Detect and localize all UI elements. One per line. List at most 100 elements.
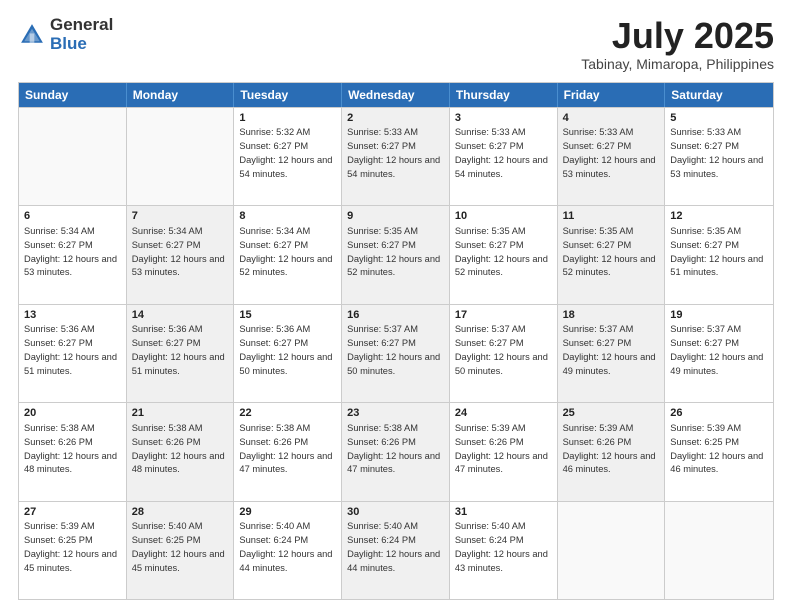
day-number: 19 <box>670 308 768 323</box>
cell-info: Sunrise: 5:36 AM Sunset: 6:27 PM Dayligh… <box>24 324 117 375</box>
subtitle: Tabinay, Mimaropa, Philippines <box>581 56 774 72</box>
day-number: 11 <box>563 209 660 224</box>
calendar-week-2: 6 Sunrise: 5:34 AM Sunset: 6:27 PM Daylig… <box>19 205 773 303</box>
day-number: 3 <box>455 111 552 126</box>
cell-info: Sunrise: 5:40 AM Sunset: 6:24 PM Dayligh… <box>347 521 440 572</box>
cal-cell-31: 31Sunrise: 5:40 AM Sunset: 6:24 PM Dayli… <box>450 502 558 599</box>
cell-info: Sunrise: 5:37 AM Sunset: 6:27 PM Dayligh… <box>455 324 548 375</box>
day-number: 8 <box>239 209 336 224</box>
header-day-tuesday: Tuesday <box>234 83 342 107</box>
header-day-saturday: Saturday <box>665 83 773 107</box>
cell-info: Sunrise: 5:36 AM Sunset: 6:27 PM Dayligh… <box>239 324 332 375</box>
cal-cell-21: 21Sunrise: 5:38 AM Sunset: 6:26 PM Dayli… <box>127 403 235 500</box>
cal-cell-28: 28Sunrise: 5:40 AM Sunset: 6:25 PM Dayli… <box>127 502 235 599</box>
cal-cell-19: 19Sunrise: 5:37 AM Sunset: 6:27 PM Dayli… <box>665 305 773 402</box>
calendar-header-row: SundayMondayTuesdayWednesdayThursdayFrid… <box>19 83 773 107</box>
header-day-thursday: Thursday <box>450 83 558 107</box>
cell-info: Sunrise: 5:40 AM Sunset: 6:24 PM Dayligh… <box>455 521 548 572</box>
logo-general: General <box>50 16 113 35</box>
cal-cell-25: 25Sunrise: 5:39 AM Sunset: 6:26 PM Dayli… <box>558 403 666 500</box>
cal-cell-22: 22Sunrise: 5:38 AM Sunset: 6:26 PM Dayli… <box>234 403 342 500</box>
cal-cell-30: 30Sunrise: 5:40 AM Sunset: 6:24 PM Dayli… <box>342 502 450 599</box>
header-day-monday: Monday <box>127 83 235 107</box>
cal-cell-13: 13Sunrise: 5:36 AM Sunset: 6:27 PM Dayli… <box>19 305 127 402</box>
cal-cell-26: 26Sunrise: 5:39 AM Sunset: 6:25 PM Dayli… <box>665 403 773 500</box>
day-number: 29 <box>239 505 336 520</box>
logo-text: General Blue <box>50 16 113 53</box>
day-number: 2 <box>347 111 444 126</box>
day-number: 1 <box>239 111 336 126</box>
day-number: 24 <box>455 406 552 421</box>
cell-info: Sunrise: 5:39 AM Sunset: 6:26 PM Dayligh… <box>455 423 548 474</box>
day-number: 16 <box>347 308 444 323</box>
cal-cell-20: 20Sunrise: 5:38 AM Sunset: 6:26 PM Dayli… <box>19 403 127 500</box>
cal-cell-8: 8 Sunrise: 5:34 AM Sunset: 6:27 PM Daylig… <box>234 206 342 303</box>
header: General Blue July 2025 Tabinay, Mimaropa… <box>18 16 774 72</box>
cell-info: Sunrise: 5:37 AM Sunset: 6:27 PM Dayligh… <box>670 324 763 375</box>
day-number: 23 <box>347 406 444 421</box>
day-number: 13 <box>24 308 121 323</box>
day-number: 31 <box>455 505 552 520</box>
calendar-week-1: 1Sunrise: 5:32 AM Sunset: 6:27 PM Daylig… <box>19 107 773 205</box>
cal-cell-empty-4-6 <box>665 502 773 599</box>
cal-cell-16: 16Sunrise: 5:37 AM Sunset: 6:27 PM Dayli… <box>342 305 450 402</box>
cell-info: Sunrise: 5:34 AM Sunset: 6:27 PM Dayligh… <box>132 226 225 277</box>
day-number: 30 <box>347 505 444 520</box>
cell-info: Sunrise: 5:34 AM Sunset: 6:27 PM Dayligh… <box>24 226 117 277</box>
cal-cell-2: 2Sunrise: 5:33 AM Sunset: 6:27 PM Daylig… <box>342 108 450 205</box>
header-day-wednesday: Wednesday <box>342 83 450 107</box>
cell-info: Sunrise: 5:35 AM Sunset: 6:27 PM Dayligh… <box>347 226 440 277</box>
cal-cell-7: 7 Sunrise: 5:34 AM Sunset: 6:27 PM Daylig… <box>127 206 235 303</box>
cell-info: Sunrise: 5:39 AM Sunset: 6:26 PM Dayligh… <box>563 423 656 474</box>
cal-cell-18: 18Sunrise: 5:37 AM Sunset: 6:27 PM Dayli… <box>558 305 666 402</box>
cell-info: Sunrise: 5:33 AM Sunset: 6:27 PM Dayligh… <box>455 127 548 178</box>
cell-info: Sunrise: 5:33 AM Sunset: 6:27 PM Dayligh… <box>563 127 656 178</box>
cal-cell-5: 5Sunrise: 5:33 AM Sunset: 6:27 PM Daylig… <box>665 108 773 205</box>
day-number: 18 <box>563 308 660 323</box>
calendar-week-4: 20 Sunrise: 5:38 AM Sunset: 6:26 PM Dayli… <box>19 402 773 500</box>
calendar: SundayMondayTuesdayWednesdayThursdayFrid… <box>18 82 774 600</box>
cell-info: Sunrise: 5:39 AM Sunset: 6:25 PM Dayligh… <box>24 521 117 572</box>
cal-cell-11: 11 Sunrise: 5:35 AM Sunset: 6:27 PM Dayli… <box>558 206 666 303</box>
cell-info: Sunrise: 5:33 AM Sunset: 6:27 PM Dayligh… <box>670 127 763 178</box>
cell-info: Sunrise: 5:40 AM Sunset: 6:25 PM Dayligh… <box>132 521 225 572</box>
logo: General Blue <box>18 16 113 53</box>
cal-cell-10: 10Sunrise: 5:35 AM Sunset: 6:27 PM Dayli… <box>450 206 558 303</box>
cal-cell-6: 6 Sunrise: 5:34 AM Sunset: 6:27 PM Daylig… <box>19 206 127 303</box>
cell-info: Sunrise: 5:38 AM Sunset: 6:26 PM Dayligh… <box>132 423 225 474</box>
day-number: 9 <box>347 209 444 224</box>
day-number: 22 <box>239 406 336 421</box>
cell-info: Sunrise: 5:35 AM Sunset: 6:27 PM Dayligh… <box>670 226 763 277</box>
header-day-sunday: Sunday <box>19 83 127 107</box>
cal-cell-empty-4-5 <box>558 502 666 599</box>
cal-cell-23: 23Sunrise: 5:38 AM Sunset: 6:26 PM Dayli… <box>342 403 450 500</box>
cal-cell-3: 3Sunrise: 5:33 AM Sunset: 6:27 PM Daylig… <box>450 108 558 205</box>
day-number: 17 <box>455 308 552 323</box>
day-number: 6 <box>24 209 121 224</box>
cell-info: Sunrise: 5:32 AM Sunset: 6:27 PM Dayligh… <box>239 127 332 178</box>
cell-info: Sunrise: 5:34 AM Sunset: 6:27 PM Dayligh… <box>239 226 332 277</box>
day-number: 20 <box>24 406 121 421</box>
cell-info: Sunrise: 5:36 AM Sunset: 6:27 PM Dayligh… <box>132 324 225 375</box>
cal-cell-15: 15Sunrise: 5:36 AM Sunset: 6:27 PM Dayli… <box>234 305 342 402</box>
day-number: 27 <box>24 505 121 520</box>
cal-cell-12: 12 Sunrise: 5:35 AM Sunset: 6:27 PM Dayli… <box>665 206 773 303</box>
cal-cell-9: 9 Sunrise: 5:35 AM Sunset: 6:27 PM Daylig… <box>342 206 450 303</box>
calendar-week-3: 13Sunrise: 5:36 AM Sunset: 6:27 PM Dayli… <box>19 304 773 402</box>
day-number: 7 <box>132 209 229 224</box>
cal-cell-empty-0-1 <box>127 108 235 205</box>
day-number: 15 <box>239 308 336 323</box>
cell-info: Sunrise: 5:37 AM Sunset: 6:27 PM Dayligh… <box>563 324 656 375</box>
page: General Blue July 2025 Tabinay, Mimaropa… <box>0 0 792 612</box>
header-day-friday: Friday <box>558 83 666 107</box>
day-number: 4 <box>563 111 660 126</box>
day-number: 12 <box>670 209 768 224</box>
cell-info: Sunrise: 5:35 AM Sunset: 6:27 PM Dayligh… <box>563 226 656 277</box>
calendar-week-5: 27Sunrise: 5:39 AM Sunset: 6:25 PM Dayli… <box>19 501 773 599</box>
cal-cell-17: 17Sunrise: 5:37 AM Sunset: 6:27 PM Dayli… <box>450 305 558 402</box>
day-number: 26 <box>670 406 768 421</box>
cal-cell-empty-0-0 <box>19 108 127 205</box>
cal-cell-27: 27Sunrise: 5:39 AM Sunset: 6:25 PM Dayli… <box>19 502 127 599</box>
day-number: 10 <box>455 209 552 224</box>
cal-cell-24: 24 Sunrise: 5:39 AM Sunset: 6:26 PM Dayli… <box>450 403 558 500</box>
